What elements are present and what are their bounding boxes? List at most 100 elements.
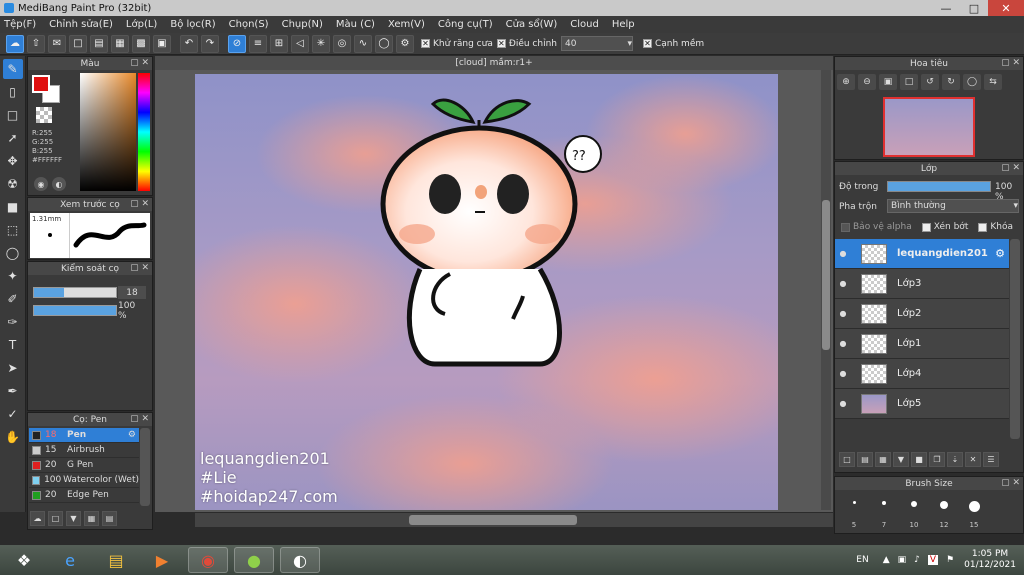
undo-icon[interactable]: ↶ <box>180 34 198 53</box>
document-icon[interactable]: ▤ <box>90 34 108 53</box>
correction-checkbox[interactable]: ✕ <box>496 39 506 48</box>
chrome-icon[interactable]: ◉ <box>188 547 228 573</box>
saturation-value-picker[interactable] <box>80 73 136 191</box>
new-8bit-layer-icon[interactable]: ▦ <box>875 452 891 467</box>
layer-row[interactable]: ● Lớp5 <box>835 389 1009 419</box>
gear-icon[interactable]: ⚙ <box>995 247 1005 260</box>
menu-layer[interactable]: Lớp(L) <box>126 19 157 30</box>
brush-opacity-slider[interactable] <box>33 305 117 316</box>
snap-settings-icon[interactable]: ⚙ <box>396 34 414 53</box>
select-pen-icon[interactable]: ✐ <box>3 289 23 309</box>
menu-snap[interactable]: Chụp(N) <box>282 19 323 30</box>
palette-icon[interactable]: ◉ <box>34 177 48 191</box>
move-tool-icon[interactable]: ✥ <box>3 151 23 171</box>
menu-window[interactable]: Cửa sổ(W) <box>506 19 558 30</box>
brush-size-option[interactable]: 12 <box>929 495 959 531</box>
page-icon[interactable]: □ <box>69 34 87 53</box>
fill-tool-icon[interactable]: ☢ <box>3 174 23 194</box>
select-eraser-icon[interactable]: ✑ <box>3 312 23 332</box>
select-tool-icon[interactable]: ⬚ <box>3 220 23 240</box>
curve-snap-icon[interactable]: ∿ <box>354 34 372 53</box>
brush-size-option[interactable]: 5 <box>839 495 869 531</box>
lock-checkbox[interactable] <box>978 222 988 232</box>
layer-row[interactable]: ● lequangdien201 ⚙ <box>835 239 1009 269</box>
add-brush-cloud-icon[interactable]: ☁ <box>30 511 45 526</box>
zoom-in-icon[interactable]: ⊕ <box>837 74 855 90</box>
text-tool-icon[interactable]: T <box>3 335 23 355</box>
brush-size-option[interactable]: 15 <box>959 495 989 531</box>
layer-row[interactable]: ● Lớp1 <box>835 329 1009 359</box>
canvas-artwork[interactable]: ?? lequangdien201 #Lie #hoidap247.com <box>195 74 778 510</box>
actual-size-icon[interactable]: □ <box>900 74 918 90</box>
cross-snap-icon[interactable]: ⊞ <box>270 34 288 53</box>
brush-size-slider[interactable] <box>33 287 117 298</box>
antialias-toggle[interactable]: ✕ Khử răng cưa <box>421 39 493 49</box>
grid-icon[interactable]: ▩ <box>132 34 150 53</box>
maximize-icon[interactable]: □ <box>960 0 988 16</box>
soft-edge-toggle[interactable]: ✕ Cạnh mềm <box>642 39 704 49</box>
rotate-left-icon[interactable]: ↺ <box>921 74 939 90</box>
network-icon[interactable]: ▣ <box>898 555 907 565</box>
volume-icon[interactable]: ♪ <box>914 555 920 565</box>
brush-size-value[interactable]: 18 <box>118 286 146 299</box>
menu-filter[interactable]: Bộ lọc(R) <box>170 19 215 30</box>
layer-row[interactable]: ● Lớp2 <box>835 299 1009 329</box>
brush-item[interactable]: 20 G Pen <box>29 458 139 473</box>
gradient-tool-icon[interactable]: ■ <box>3 197 23 217</box>
line-tool-icon[interactable]: ➚ <box>3 128 23 148</box>
eye-icon[interactable]: ● <box>835 339 851 348</box>
panel-close-icon[interactable]: ▢ ✕ <box>130 199 149 209</box>
foreground-color-swatch[interactable] <box>32 75 50 93</box>
file-explorer-icon[interactable]: ▤ <box>96 547 136 573</box>
panel-icon[interactable]: ▦ <box>111 34 129 53</box>
add-brush-menu-icon[interactable]: ▼ <box>66 511 81 526</box>
brush-list-scrollbar[interactable] <box>140 428 150 506</box>
eye-icon[interactable]: ● <box>835 279 851 288</box>
snap-off-icon[interactable]: ⊘ <box>228 34 246 53</box>
menu-color[interactable]: Màu (C) <box>336 19 375 30</box>
eraser-tool-icon[interactable]: ▯ <box>3 82 23 102</box>
rect-tool-icon[interactable]: □ <box>3 105 23 125</box>
panel-close-icon[interactable]: ▢ ✕ <box>1001 478 1020 488</box>
eye-icon[interactable]: ● <box>835 249 851 258</box>
color-swatches[interactable] <box>32 75 62 105</box>
scroll-thumb[interactable] <box>409 515 577 525</box>
canvas-vertical-scrollbar[interactable] <box>821 70 831 510</box>
menu-select[interactable]: Chọn(S) <box>229 19 269 30</box>
scroll-thumb[interactable] <box>822 200 830 350</box>
delete-layer-icon[interactable]: ✕ <box>965 452 981 467</box>
operation-tool-icon[interactable]: ➤ <box>3 358 23 378</box>
eye-icon[interactable]: ● <box>835 399 851 408</box>
hue-slider[interactable] <box>138 73 150 191</box>
transparent-swatch[interactable] <box>36 107 52 123</box>
magic-wand-icon[interactable]: ✦ <box>3 266 23 286</box>
panel-close-icon[interactable]: ▢ ✕ <box>1001 163 1020 173</box>
upload-icon[interactable]: ⇧ <box>27 34 45 53</box>
layer-settings-icon[interactable]: ☰ <box>983 452 999 467</box>
media-player-icon[interactable]: ▶ <box>142 547 182 573</box>
panel-close-icon[interactable]: ▢ ✕ <box>130 58 149 68</box>
menu-file[interactable]: Tệp(F) <box>4 19 36 30</box>
lock-toggle[interactable]: Khóa <box>978 222 1013 232</box>
blend-mode-select[interactable]: Bình thường ▾ <box>887 199 1019 213</box>
eyedropper-icon[interactable]: ✓ <box>3 404 23 424</box>
menu-cloud[interactable]: Cloud <box>570 19 599 30</box>
antivirus-icon[interactable]: V <box>927 555 939 565</box>
fit-icon[interactable]: ▣ <box>879 74 897 90</box>
correction-select[interactable]: 40 ▾ <box>560 36 633 51</box>
canvas-horizontal-scrollbar[interactable] <box>195 513 833 527</box>
minimize-icon[interactable]: — <box>932 0 960 16</box>
document-tab[interactable]: [cloud] mầm:r1+ <box>155 56 833 70</box>
brush-item[interactable]: 100 Watercolor (Wet) <box>29 473 139 488</box>
layer-opacity-slider[interactable] <box>887 181 991 192</box>
eye-icon[interactable]: ● <box>835 309 851 318</box>
panel-close-icon[interactable]: ▢ ✕ <box>130 414 149 424</box>
parallel-snap-icon[interactable]: ≡ <box>249 34 267 53</box>
eye-icon[interactable]: ● <box>835 369 851 378</box>
tray-arrow-icon[interactable]: ▲ <box>883 555 890 565</box>
cloud-icon[interactable]: ☁ <box>6 34 24 53</box>
zalo-icon[interactable]: ● <box>234 547 274 573</box>
divide-tool-icon[interactable]: ✒ <box>3 381 23 401</box>
new-layer-icon[interactable]: □ <box>839 452 855 467</box>
brush-settings-icon[interactable]: ▦ <box>84 511 99 526</box>
